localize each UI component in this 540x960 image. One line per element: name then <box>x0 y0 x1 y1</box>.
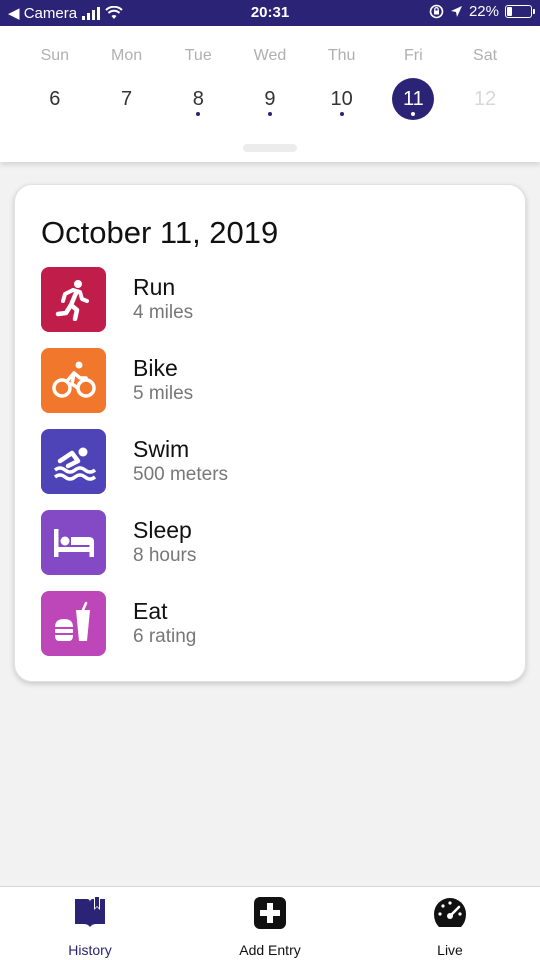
battery-icon <box>505 5 535 18</box>
activity-value: 6 rating <box>133 625 197 647</box>
day-name: Wed <box>253 47 287 64</box>
activity-name: Bike <box>133 354 178 381</box>
entry-indicator-dot <box>411 112 416 116</box>
activity-text: Sleep 8 hours <box>133 517 196 568</box>
entry-indicator-dot <box>267 112 272 116</box>
day-name: Thu <box>327 47 356 64</box>
day-name: Sat <box>473 47 498 64</box>
bike-icon <box>41 347 106 413</box>
entry-indicator-dot <box>196 112 201 116</box>
tab-add-entry[interactable]: Add Entry <box>180 887 360 960</box>
activity-name: Run <box>133 273 176 300</box>
day-number-text: 10 <box>330 87 353 110</box>
day-column-sat[interactable]: Sat 12 <box>459 46 511 120</box>
day-number-text: 6 <box>49 87 61 110</box>
tab-live[interactable]: Live <box>360 887 540 960</box>
bed-icon <box>41 509 106 575</box>
activity-text: Swim 500 meters <box>133 436 228 487</box>
day-name: Mon <box>110 47 143 64</box>
day-column-tue[interactable]: Tue 8 <box>172 46 224 120</box>
day-number[interactable]: 7 <box>106 78 148 120</box>
battery-percent: 22% <box>468 3 499 20</box>
activity-value: 4 miles <box>133 301 194 323</box>
activity-row-eat[interactable]: Eat 6 rating <box>41 590 196 656</box>
day-summary-card: October 11, 2019 Run 4 miles Bike 5 miles Sw… <box>14 184 526 682</box>
day-column-mon[interactable]: Mon 7 <box>101 46 153 120</box>
plus-square-icon <box>252 895 288 936</box>
status-bar: ◀ Camera 20:31 22% <box>0 0 540 26</box>
activity-text: Eat 6 rating <box>133 598 196 649</box>
activity-name: Swim <box>133 435 190 462</box>
activity-name: Eat <box>133 597 168 624</box>
activity-value: 500 meters <box>133 463 229 485</box>
activity-row-bike[interactable]: Bike 5 miles <box>41 347 193 413</box>
day-number[interactable]: 6 <box>34 78 76 120</box>
activity-text: Bike 5 miles <box>133 355 193 406</box>
day-name: Fri <box>404 47 423 64</box>
day-name: Tue <box>184 47 212 64</box>
day-number-text: 9 <box>264 87 276 110</box>
bottom-tab-bar: History Add Entry Live <box>0 886 540 960</box>
card-date-title: October 11, 2019 <box>41 215 279 250</box>
activity-name: Sleep <box>133 516 192 543</box>
speedometer-icon <box>432 895 468 936</box>
day-column-wed[interactable]: Wed 9 <box>244 46 296 120</box>
day-number-text: 8 <box>192 87 204 110</box>
location-icon <box>450 6 462 17</box>
book-icon <box>72 895 108 936</box>
entry-indicator-dot <box>339 112 344 116</box>
week-calendar-strip: Sun 6 Mon 7 Tue 8 Wed 9 Thu 10 Fri 11 Sat 12 <box>0 26 540 162</box>
week-days: Sun 6 Mon 7 Tue 8 Wed 9 Thu 10 Fri 11 Sat 12 <box>0 46 540 120</box>
day-number[interactable]: 9 <box>249 78 291 120</box>
day-number-text: 11 <box>402 87 424 110</box>
day-number[interactable]: 8 <box>177 78 219 120</box>
day-number[interactable]: 12 <box>464 78 506 120</box>
activity-value: 8 hours <box>133 544 197 566</box>
tab-history[interactable]: History <box>0 887 180 960</box>
tab-label: Live <box>437 942 463 958</box>
selected-day-number[interactable]: 11 <box>392 78 435 120</box>
day-column-fri[interactable]: Fri 11 <box>387 46 439 120</box>
orientation-lock-icon <box>429 4 444 19</box>
run-icon <box>41 266 106 332</box>
tab-label: History <box>68 942 112 958</box>
activity-row-run[interactable]: Run 4 miles <box>41 266 193 332</box>
activity-row-sleep[interactable]: Sleep 8 hours <box>41 509 196 575</box>
activity-value: 5 miles <box>133 382 194 404</box>
day-number-text: 12 <box>473 87 497 110</box>
tab-label: Add Entry <box>239 942 301 958</box>
swim-icon <box>41 428 106 494</box>
food-icon <box>41 590 106 656</box>
day-name: Sun <box>40 47 70 64</box>
day-column-sun[interactable]: Sun 6 <box>29 46 81 120</box>
drag-handle[interactable] <box>243 144 297 152</box>
day-number-text: 7 <box>120 87 133 110</box>
activity-text: Run 4 miles <box>133 274 193 325</box>
day-number[interactable]: 10 <box>321 78 363 120</box>
day-column-thu[interactable]: Thu 10 <box>316 46 368 120</box>
activity-row-swim[interactable]: Swim 500 meters <box>41 428 228 494</box>
